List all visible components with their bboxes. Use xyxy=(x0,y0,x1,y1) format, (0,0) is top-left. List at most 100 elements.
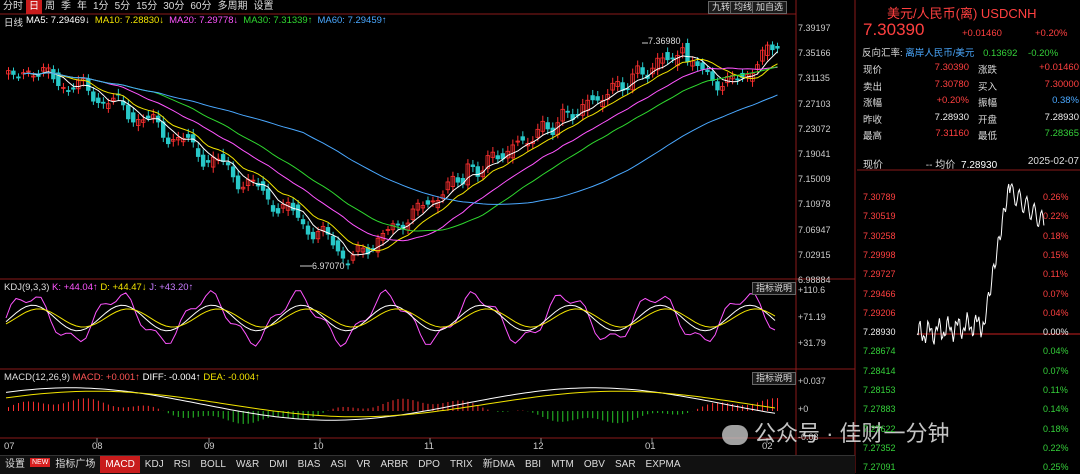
period-9[interactable]: 60分 xyxy=(187,0,214,14)
period-1[interactable]: 日 xyxy=(26,0,42,14)
period-3[interactable]: 季 xyxy=(58,0,74,14)
cross-rate-link[interactable]: 离岸人民币/美元 xyxy=(905,48,974,59)
high-marker: 7.36980 xyxy=(648,36,681,46)
kdj-k: K: +44.04↑ xyxy=(52,282,98,293)
intraday-pct-label: 0.25% xyxy=(1043,462,1069,473)
axis-label: 7.15009 xyxy=(798,174,831,185)
intraday-price-line xyxy=(916,182,1045,345)
intraday-pct-label: 0.07% xyxy=(1043,365,1069,376)
add-favorite-button[interactable]: 加自选 xyxy=(752,1,788,14)
candle-body xyxy=(640,67,645,75)
intraday-label: 现价 xyxy=(863,160,883,171)
period-toolbar[interactable]: 分时日周季年 1分 5分 15分 30分 60分 多周期 设置 xyxy=(0,0,277,14)
candle-body xyxy=(685,42,690,63)
indicator-tab-8[interactable]: DMI xyxy=(264,456,292,473)
period-11[interactable]: 设置 xyxy=(251,0,277,14)
month-label: 11 xyxy=(424,441,434,452)
intraday-pct-label: 0.04% xyxy=(1043,346,1069,357)
candle-body xyxy=(275,208,281,214)
indicator-tab-18[interactable]: OBV xyxy=(579,456,610,473)
intraday-price-label: 7.27622 xyxy=(863,423,896,434)
period-10[interactable]: 多周期 xyxy=(215,0,251,14)
intraday-pct-label: 0.18% xyxy=(1043,423,1069,434)
indicator-tab-7[interactable]: W&R xyxy=(231,456,264,473)
kdj-help-button[interactable]: 指标说明 xyxy=(752,282,797,295)
candle-body xyxy=(16,76,21,79)
kdj-j-line xyxy=(5,289,776,348)
indicator-tab-5[interactable]: RSI xyxy=(169,456,196,473)
candle-body xyxy=(160,121,166,138)
candle-body xyxy=(345,263,351,266)
watermark: 公众号 · 佳财一分钟 xyxy=(722,416,950,448)
candle-body xyxy=(260,181,266,191)
price-pct: +0.20% xyxy=(1035,28,1068,39)
kdj-legend: KDJ(9,3,3) K: +44.04↑ D: +44.47↓ J: +43.… xyxy=(4,282,193,293)
candle-body xyxy=(300,219,306,225)
main-chart-label: 日线 xyxy=(4,18,24,29)
axis-label: 7.02915 xyxy=(798,249,831,260)
indicator-tab-17[interactable]: MTM xyxy=(546,456,579,473)
candle-body xyxy=(185,134,191,138)
wechat-icon xyxy=(722,425,748,446)
indicator-tab-10[interactable]: ASI xyxy=(325,456,351,473)
indicator-tabs[interactable]: 设置 NEW 指标广场 MACD KDJ RSI BOLL W&R DMI BIAS ASI VR AR… xyxy=(0,455,855,474)
low-marker: 6.97070 xyxy=(312,261,345,271)
kdj-axis-label: +31.79 xyxy=(798,338,826,348)
indicator-tab-12[interactable]: ARBR xyxy=(375,456,413,473)
ma60-line xyxy=(23,72,778,205)
indicator-tab-16[interactable]: BBI xyxy=(520,456,546,473)
period-8[interactable]: 30分 xyxy=(160,0,187,14)
indicator-tab-11[interactable]: VR xyxy=(352,456,376,473)
indicator-tab-20[interactable]: EXPMA xyxy=(641,456,686,473)
indicator-tab-19[interactable]: SAR xyxy=(610,456,641,473)
macd-value: MACD: +0.001↑ xyxy=(72,372,140,383)
chart-canvas xyxy=(0,0,1080,473)
indicator-tab-9[interactable]: BIAS xyxy=(293,456,326,473)
candle-body xyxy=(96,97,101,104)
indicator-tab-2[interactable]: 指标广场 xyxy=(50,456,100,473)
quote-cell: 最高 xyxy=(863,131,883,142)
cross-rate-row: 反向汇率: 离岸人民币/美元 0.13692 -0.20% xyxy=(862,45,1058,59)
intraday-price-label: 7.30258 xyxy=(863,230,896,241)
candle-body xyxy=(735,78,740,81)
intraday-pct-label: 0.22% xyxy=(1043,442,1069,453)
indicator-tab-15[interactable]: 新DMA xyxy=(478,456,520,473)
macd-dea: DEA: -0.004↑ xyxy=(203,372,260,383)
macd-axis-label: +0 xyxy=(798,404,809,414)
period-2[interactable]: 周 xyxy=(42,0,58,14)
intraday-pct-label: 0.14% xyxy=(1043,404,1069,415)
macd-help-button[interactable]: 指标说明 xyxy=(752,372,797,385)
period-0[interactable]: 分时 xyxy=(0,0,26,14)
indicator-tab-3[interactable]: MACD xyxy=(100,456,140,473)
candle-body xyxy=(270,205,276,212)
candle-body xyxy=(225,162,231,166)
avg-value: 7.28930 xyxy=(961,160,998,171)
intraday-price-label: 7.29206 xyxy=(863,307,896,318)
candle-body xyxy=(101,101,106,104)
ma30-line xyxy=(23,66,778,232)
intraday-pct-label: 0.26% xyxy=(1043,192,1069,202)
macd-diff: DIFF: -0.004↑ xyxy=(142,372,201,383)
period-4[interactable]: 年 xyxy=(74,0,90,14)
intraday-pct-label: 0.00% xyxy=(1043,327,1069,338)
intraday-pct-label: 0.22% xyxy=(1043,211,1069,222)
candle-body xyxy=(590,95,595,101)
axis-label: 7.39197 xyxy=(798,23,831,33)
indicator-tab-0[interactable]: 设置 xyxy=(0,456,30,473)
indicator-tab-14[interactable]: TRIX xyxy=(445,456,478,473)
month-label: 08 xyxy=(92,441,103,452)
period-6[interactable]: 5分 xyxy=(112,0,134,14)
quote-cell: 7.31160 xyxy=(935,128,969,139)
cross-rate-label: 反向汇率: xyxy=(862,48,903,59)
quote-cell: 最低 xyxy=(978,131,998,142)
indicator-tab-13[interactable]: DPO xyxy=(413,456,445,473)
intraday-price-label: 7.30789 xyxy=(863,192,896,202)
quote-cell: 7.28930 xyxy=(934,111,969,123)
indicator-tab-6[interactable]: BOLL xyxy=(195,456,231,473)
intraday-pct-label: 0.04% xyxy=(1043,307,1069,318)
period-5[interactable]: 1分 xyxy=(90,0,112,14)
price-change: +0.01460 xyxy=(962,28,1002,39)
period-7[interactable]: 15分 xyxy=(133,0,160,14)
indicator-tab-4[interactable]: KDJ xyxy=(140,456,169,473)
quote-cell: 现价 xyxy=(863,65,883,76)
